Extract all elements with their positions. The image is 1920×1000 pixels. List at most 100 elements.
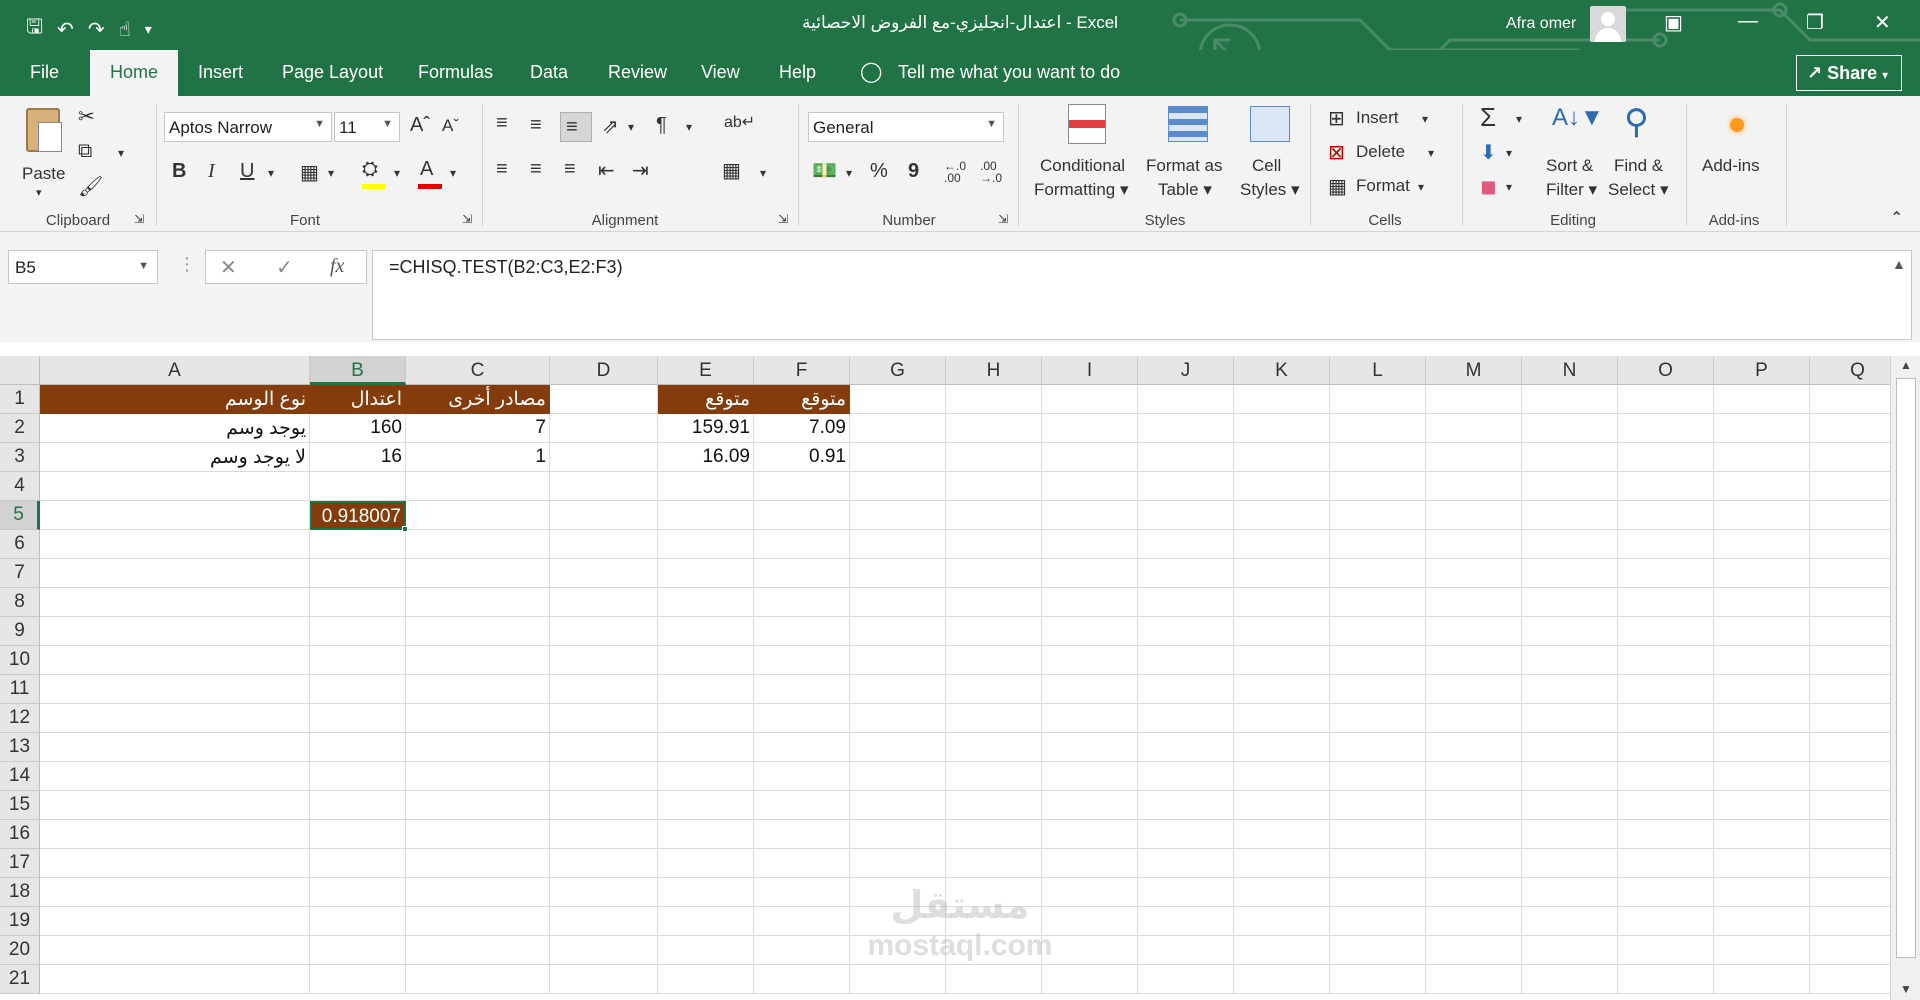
cell-g3[interactable] xyxy=(850,443,946,472)
wrap-text-icon[interactable]: ab↵ xyxy=(724,112,755,132)
cell-f20[interactable] xyxy=(754,936,850,965)
addins-button[interactable]: Add-ins xyxy=(1696,104,1780,208)
cell-e5[interactable] xyxy=(658,501,754,530)
cell-m13[interactable] xyxy=(1426,733,1522,762)
cell-n19[interactable] xyxy=(1522,907,1618,936)
row-header-11[interactable]: 11 xyxy=(0,675,40,704)
cell-k7[interactable] xyxy=(1234,559,1330,588)
cell-o9[interactable] xyxy=(1618,617,1714,646)
column-header-i[interactable]: I xyxy=(1042,356,1138,385)
cell-o16[interactable] xyxy=(1618,820,1714,849)
cell-k14[interactable] xyxy=(1234,762,1330,791)
user-name[interactable]: Afra omer xyxy=(1506,15,1576,33)
insert-cells-icon[interactable]: ⊞ xyxy=(1328,106,1345,131)
cell-k9[interactable] xyxy=(1234,617,1330,646)
cell-c9[interactable] xyxy=(406,617,550,646)
dialog-launcher-icon[interactable]: ⇲ xyxy=(462,212,472,226)
cell-o11[interactable] xyxy=(1618,675,1714,704)
cell-l4[interactable] xyxy=(1330,472,1426,501)
cell-h9[interactable] xyxy=(946,617,1042,646)
cell-n9[interactable] xyxy=(1522,617,1618,646)
cell-m7[interactable] xyxy=(1426,559,1522,588)
cell-c20[interactable] xyxy=(406,936,550,965)
cell-g2[interactable] xyxy=(850,414,946,443)
cell-i11[interactable] xyxy=(1042,675,1138,704)
cell-e15[interactable] xyxy=(658,791,754,820)
cell-l9[interactable] xyxy=(1330,617,1426,646)
orientation-icon[interactable]: ⇗ xyxy=(602,114,619,139)
cell-k16[interactable] xyxy=(1234,820,1330,849)
cell-c15[interactable] xyxy=(406,791,550,820)
insert-cells-button[interactable]: Insert xyxy=(1356,108,1399,128)
cell-j15[interactable] xyxy=(1138,791,1234,820)
cell-k11[interactable] xyxy=(1234,675,1330,704)
cell-d14[interactable] xyxy=(550,762,658,791)
cell-a11[interactable] xyxy=(40,675,310,704)
italic-button[interactable]: I xyxy=(208,160,215,183)
cell-i4[interactable] xyxy=(1042,472,1138,501)
cell-c5[interactable] xyxy=(406,501,550,530)
cell-j3[interactable] xyxy=(1138,443,1234,472)
cell-e17[interactable] xyxy=(658,849,754,878)
cell-j20[interactable] xyxy=(1138,936,1234,965)
cell-j4[interactable] xyxy=(1138,472,1234,501)
cell-h5[interactable] xyxy=(946,501,1042,530)
cell-d11[interactable] xyxy=(550,675,658,704)
cell-p19[interactable] xyxy=(1714,907,1810,936)
cell-g5[interactable] xyxy=(850,501,946,530)
cell-p9[interactable] xyxy=(1714,617,1810,646)
cell-o20[interactable] xyxy=(1618,936,1714,965)
cell-p11[interactable] xyxy=(1714,675,1810,704)
cell-a4[interactable] xyxy=(40,472,310,501)
cell-p14[interactable] xyxy=(1714,762,1810,791)
cell-k10[interactable] xyxy=(1234,646,1330,675)
cell-h1[interactable] xyxy=(946,385,1042,414)
cut-icon[interactable]: ✂ xyxy=(78,104,95,129)
autosum-dropdown-icon[interactable]: ▾ xyxy=(1516,112,1522,126)
cell-l5[interactable] xyxy=(1330,501,1426,530)
fill-icon[interactable]: ⬇ xyxy=(1480,140,1497,165)
font-color-icon[interactable]: A xyxy=(420,158,433,181)
cell-e14[interactable] xyxy=(658,762,754,791)
cell-e13[interactable] xyxy=(658,733,754,762)
cell-l17[interactable] xyxy=(1330,849,1426,878)
cell-l12[interactable] xyxy=(1330,704,1426,733)
cell-d16[interactable] xyxy=(550,820,658,849)
ribbon-display-icon[interactable]: ▣ xyxy=(1664,10,1683,35)
cell-o15[interactable] xyxy=(1618,791,1714,820)
cell-h15[interactable] xyxy=(946,791,1042,820)
cell-h2[interactable] xyxy=(946,414,1042,443)
cell-b19[interactable] xyxy=(310,907,406,936)
cell-n14[interactable] xyxy=(1522,762,1618,791)
row-header-13[interactable]: 13 xyxy=(0,733,40,762)
conditional-formatting-button[interactable]: Conditional Formatting ▾ xyxy=(1032,104,1142,208)
row-header-10[interactable]: 10 xyxy=(0,646,40,675)
cell-n12[interactable] xyxy=(1522,704,1618,733)
tab-data[interactable]: Data xyxy=(530,62,568,83)
cell-p4[interactable] xyxy=(1714,472,1810,501)
cell-b18[interactable] xyxy=(310,878,406,907)
cell-i1[interactable] xyxy=(1042,385,1138,414)
cell-d8[interactable] xyxy=(550,588,658,617)
clear-icon[interactable]: ◼ xyxy=(1480,174,1497,199)
cell-c14[interactable] xyxy=(406,762,550,791)
cell-c4[interactable] xyxy=(406,472,550,501)
cell-l10[interactable] xyxy=(1330,646,1426,675)
cell-l7[interactable] xyxy=(1330,559,1426,588)
cell-a16[interactable] xyxy=(40,820,310,849)
cell-e18[interactable] xyxy=(658,878,754,907)
decrease-indent-icon[interactable]: ⇤ xyxy=(598,158,615,183)
cell-m15[interactable] xyxy=(1426,791,1522,820)
cell-l11[interactable] xyxy=(1330,675,1426,704)
paste-button[interactable]: Paste ▾ xyxy=(18,104,68,204)
tab-insert[interactable]: Insert xyxy=(198,62,243,83)
cell-k3[interactable] xyxy=(1234,443,1330,472)
formula-input[interactable]: =CHISQ.TEST(B2:C3,E2:F3) xyxy=(372,250,1912,340)
cell-m11[interactable] xyxy=(1426,675,1522,704)
bold-button[interactable]: B xyxy=(172,160,186,183)
cell-b2[interactable]: 160 xyxy=(310,414,406,443)
row-header-20[interactable]: 20 xyxy=(0,936,40,965)
cell-d13[interactable] xyxy=(550,733,658,762)
cell-b3[interactable]: 16 xyxy=(310,443,406,472)
cell-p10[interactable] xyxy=(1714,646,1810,675)
